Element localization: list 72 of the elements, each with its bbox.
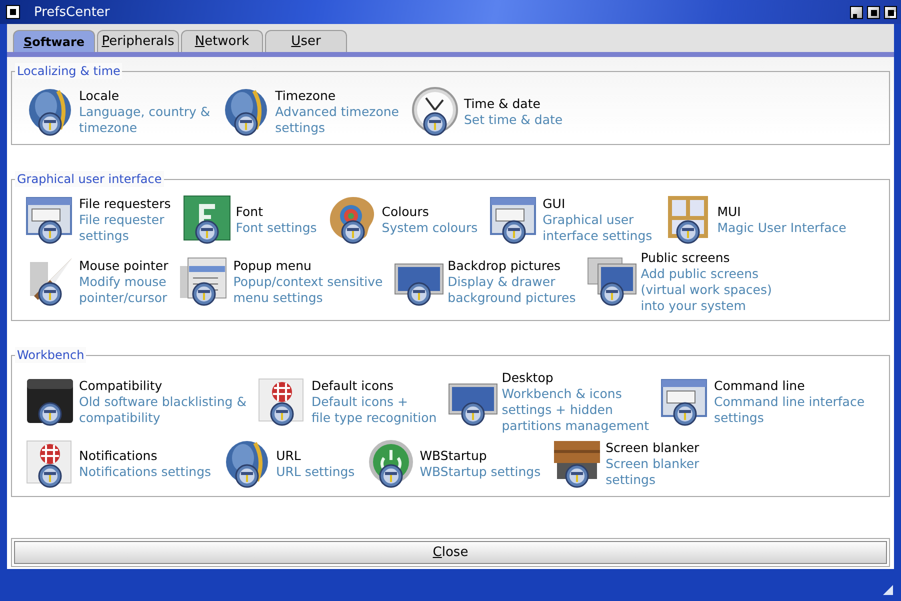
item-description: Advanced timezone	[275, 104, 399, 120]
tab[interactable]: Software	[13, 30, 95, 52]
item-description: menu settings	[233, 290, 324, 306]
item-description: System colours	[382, 220, 478, 236]
item-description: settings	[606, 472, 656, 488]
item-description: Magic User Interface	[717, 220, 846, 236]
item-description: timezone	[79, 120, 138, 136]
item-title: Font	[236, 204, 264, 220]
group-title: Localizing & time	[15, 63, 122, 79]
item-description: URL settings	[276, 464, 355, 480]
item-description: background pictures	[448, 290, 576, 306]
item-description: settings	[714, 410, 765, 426]
item-description: Screen blanker	[606, 456, 700, 472]
item-description: Add public screens	[640, 266, 760, 282]
item-title: File requesters	[79, 196, 171, 212]
item-description: (virtual work spaces)	[640, 282, 772, 298]
item-title: Time & date	[464, 96, 542, 112]
item-description: WBStartup settings	[420, 464, 541, 480]
item-description: Command line interface	[714, 394, 865, 410]
minimize-button[interactable]	[850, 6, 863, 18]
tab[interactable]: User	[265, 30, 347, 52]
item-description: Display & drawer	[448, 274, 556, 290]
item-description: Workbench & icons	[502, 386, 623, 402]
resize-grip-icon[interactable]	[883, 585, 893, 595]
item-title: Timezone	[275, 88, 337, 104]
item-description: compatibility	[79, 410, 162, 426]
item-description: settings	[79, 228, 130, 244]
item-title: Screen blanker	[606, 440, 700, 456]
item-title: GUI	[542, 196, 566, 212]
item-description: file type recognition	[311, 410, 437, 426]
item-title: Colours	[382, 204, 430, 220]
item-description: Popup/context sensitive	[233, 274, 383, 290]
item-title: Notifications	[79, 448, 158, 464]
device-icon[interactable]	[24, 376, 76, 428]
item-description: pointer/cursor	[79, 290, 168, 306]
item-description: Default icons +	[311, 394, 409, 410]
item-title: Desktop	[502, 370, 554, 386]
item-title: Compatibility	[79, 378, 164, 394]
item-title: Command line	[714, 378, 806, 394]
item-description: Language, country &	[79, 104, 210, 120]
item-title: URL	[276, 448, 302, 464]
window-title: PrefsCenter	[34, 4, 110, 20]
group-title: Graphical user interface	[15, 171, 164, 187]
tab[interactable]: Network	[181, 30, 263, 52]
item-description: interface settings	[542, 228, 652, 244]
close-button[interactable]: Close	[14, 541, 887, 564]
item-title: Public screens	[640, 250, 731, 266]
tab[interactable]: Peripherals	[97, 30, 179, 52]
item-description: Set time & date	[464, 112, 563, 128]
zoom-button[interactable]	[867, 6, 880, 18]
group-title: Workbench	[15, 347, 86, 363]
item-description: Font settings	[236, 220, 317, 236]
item-title: Popup menu	[233, 258, 312, 274]
item-description: partitions management	[502, 418, 650, 434]
close-button[interactable]	[6, 5, 20, 19]
item-title: Backdrop pictures	[448, 258, 562, 274]
monitors-icon[interactable]	[586, 256, 638, 308]
tile-icon[interactable]	[180, 194, 233, 246]
item-description: Modify mouse	[79, 274, 168, 290]
item-description: settings	[275, 120, 326, 136]
item-description: Graphical user	[542, 212, 635, 228]
item-description: Old software blacklisting &	[79, 394, 246, 410]
item-title: WBStartup	[420, 448, 488, 464]
item-title: MUI	[717, 204, 742, 220]
item-description: Notifications settings	[79, 464, 212, 480]
item-title: Mouse pointer	[79, 258, 168, 274]
item-description: File requester	[79, 212, 166, 228]
item-title: Locale	[79, 88, 120, 104]
depth-button[interactable]	[884, 6, 897, 18]
item-title: Default icons	[311, 378, 395, 394]
item-description: settings + hidden	[502, 402, 614, 418]
item-description: into your system	[640, 298, 747, 314]
